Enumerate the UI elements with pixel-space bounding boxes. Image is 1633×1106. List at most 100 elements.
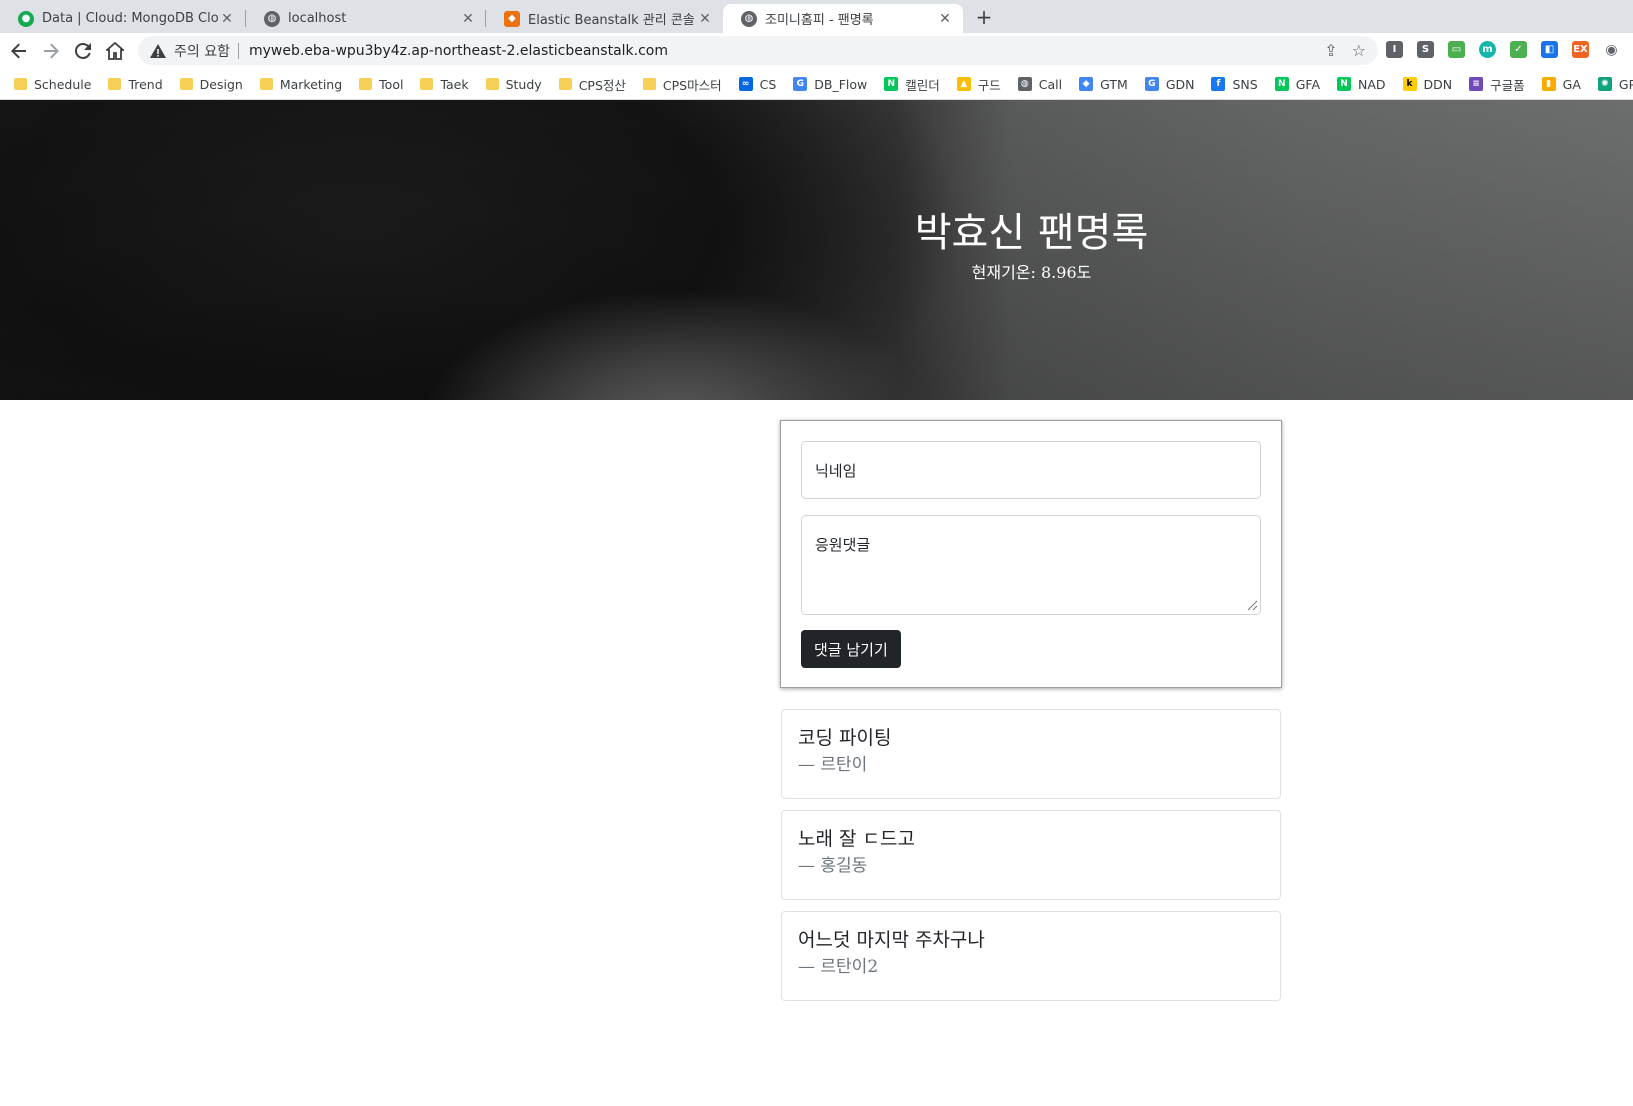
comment-author: — 르탄이 bbox=[798, 755, 868, 775]
comment-textarea[interactable]: 응원댓글 bbox=[801, 515, 1261, 615]
bookmark-item[interactable]: Tool bbox=[359, 77, 403, 92]
reload-button[interactable] bbox=[69, 37, 97, 65]
openai-icon: ✺ bbox=[1597, 77, 1612, 91]
extension-check-icon[interactable]: ✓ bbox=[1510, 41, 1527, 58]
bookmark-item[interactable]: N NAD bbox=[1337, 77, 1386, 92]
tab-title: Elastic Beanstalk 관리 콘솔 bbox=[528, 13, 695, 28]
google-icon: G bbox=[793, 77, 808, 91]
warning-icon[interactable] bbox=[150, 43, 166, 59]
folder-icon bbox=[179, 78, 193, 90]
bookmark-label: Call bbox=[1038, 76, 1063, 92]
bookmark-label: Schedule bbox=[34, 76, 92, 92]
extension-i-icon[interactable]: I bbox=[1386, 41, 1403, 58]
forward-button[interactable] bbox=[37, 37, 65, 65]
comment-card: 노래 잘 ㄷ드고 — 홍길동 bbox=[781, 810, 1281, 900]
bookmark-label: DB_Flow bbox=[814, 76, 868, 92]
bookmark-label: 캘린더 bbox=[905, 77, 940, 93]
aws-beanstalk-icon: ◆ bbox=[504, 10, 520, 27]
bookmark-item[interactable]: ◍ Call bbox=[1017, 76, 1063, 92]
bookmark-item[interactable]: k DDN bbox=[1402, 76, 1453, 92]
close-icon[interactable]: ✕ bbox=[697, 11, 713, 27]
bookmark-label: NAD bbox=[1358, 76, 1386, 92]
folder-icon bbox=[642, 78, 656, 90]
bookmark-label: Tool bbox=[379, 76, 404, 92]
bookmark-item[interactable]: CPS정산 bbox=[558, 75, 626, 94]
google-forms-icon: ≡ bbox=[1469, 77, 1484, 91]
address-bar[interactable]: 주의 요함 myweb.eba-wpu3by4z.ap-northeast-2.… bbox=[138, 36, 1378, 65]
bookmark-item[interactable]: CPS마스터 bbox=[642, 75, 722, 94]
kakao-icon: k bbox=[1402, 77, 1417, 91]
nickname-input[interactable]: 닉네임 bbox=[801, 441, 1261, 499]
extension-s-icon[interactable]: S bbox=[1417, 41, 1434, 58]
bookmark-item[interactable]: N 캘린더 bbox=[884, 75, 940, 94]
folder-icon bbox=[558, 78, 572, 90]
extension-ex-icon[interactable]: EX bbox=[1572, 41, 1589, 58]
bookmark-label: DDN bbox=[1423, 76, 1453, 92]
new-tab-button[interactable]: + bbox=[970, 4, 998, 32]
bookmarks-bar: Schedule Trend Design Marketing Tool Taek Stud… bbox=[0, 69, 1633, 100]
bookmark-label: GFA bbox=[1295, 76, 1320, 92]
google-drive-icon: ▲ bbox=[956, 77, 971, 91]
bookmark-label: CS bbox=[759, 76, 777, 92]
analytics-icon: ▮ bbox=[1541, 77, 1556, 91]
comment-text: 어느덧 마지막 주차구나 bbox=[798, 929, 985, 951]
close-icon[interactable]: ✕ bbox=[460, 11, 476, 27]
star-icon[interactable]: ☆ bbox=[1352, 41, 1366, 60]
bookmark-label: Design bbox=[199, 76, 243, 92]
bookmark-label: Taek bbox=[440, 76, 469, 92]
bookmark-item[interactable]: Schedule bbox=[14, 77, 91, 92]
camera-icon[interactable]: ◉ bbox=[1603, 41, 1620, 58]
tab-title: 조미니홈피 - 팬명록 bbox=[765, 13, 874, 28]
globe-icon: ◍ bbox=[264, 10, 280, 27]
home-button[interactable] bbox=[101, 37, 129, 65]
bookmark-item[interactable]: ▮ GA bbox=[1541, 77, 1581, 92]
bookmark-label: CPS마스터 bbox=[662, 77, 722, 93]
bookmark-item[interactable]: ∞ CS bbox=[738, 76, 777, 92]
security-label[interactable]: 주의 요함 bbox=[174, 41, 230, 61]
folder-icon bbox=[259, 78, 273, 90]
comment-form: 닉네임 응원댓글 댓글 남기기 bbox=[780, 420, 1282, 688]
folder-icon bbox=[485, 78, 499, 90]
bookmark-label: Study bbox=[505, 76, 542, 92]
folder-icon bbox=[108, 78, 122, 90]
tab-elastic-beanstalk[interactable]: ◆ Elastic Beanstalk 관리 콘솔 ✕ bbox=[486, 4, 723, 33]
tab-title: localhost bbox=[288, 11, 347, 26]
naver-icon: N bbox=[1274, 77, 1289, 91]
comment-text: 노래 잘 ㄷ드고 bbox=[798, 828, 915, 850]
extension-blue-icon[interactable]: ◧ bbox=[1541, 41, 1558, 58]
bookmark-item[interactable]: f SNS bbox=[1211, 77, 1258, 92]
extension-m-icon[interactable]: m bbox=[1479, 41, 1496, 58]
tab-mongodb[interactable]: ● Data | Cloud: MongoDB Cloud ✕ bbox=[0, 4, 245, 33]
bookmark-item[interactable]: G DB_Flow bbox=[793, 77, 867, 92]
bookmark-item[interactable]: N GFA bbox=[1274, 76, 1320, 92]
textarea-resize-handle[interactable] bbox=[1239, 592, 1259, 612]
folder-icon bbox=[420, 78, 434, 90]
submit-comment-button[interactable]: 댓글 남기기 bbox=[801, 630, 901, 668]
url-text[interactable]: myweb.eba-wpu3by4z.ap-northeast-2.elasti… bbox=[249, 43, 668, 59]
bookmark-item[interactable]: ▲ 구드 bbox=[956, 75, 1001, 94]
extension-green-icon[interactable]: ▭ bbox=[1448, 41, 1465, 58]
facebook-icon: f bbox=[1211, 77, 1226, 91]
bookmark-item[interactable]: ✺ GPt bbox=[1597, 77, 1633, 92]
tab-title: Data | Cloud: MongoDB Cloud bbox=[42, 11, 219, 26]
reload-icon bbox=[75, 43, 91, 59]
bookmark-item[interactable]: Design bbox=[179, 76, 243, 92]
tab-localhost[interactable]: ◍ localhost ✕ bbox=[246, 4, 486, 33]
bookmark-label: 구글폼 bbox=[1490, 77, 1525, 93]
naver-icon: N bbox=[884, 77, 899, 91]
bookmark-item[interactable]: Marketing bbox=[259, 77, 342, 92]
share-icon[interactable]: ⇪ bbox=[1324, 41, 1337, 60]
bookmark-label: GDN bbox=[1165, 76, 1195, 92]
bookmark-item[interactable]: Trend bbox=[108, 77, 163, 92]
back-button[interactable] bbox=[5, 37, 33, 65]
bookmark-item[interactable]: ◆ GTM bbox=[1079, 77, 1128, 92]
bookmark-item[interactable]: Study bbox=[485, 76, 542, 92]
bookmark-item[interactable]: Taek bbox=[420, 76, 469, 92]
close-icon[interactable]: ✕ bbox=[937, 11, 953, 27]
page-title: 박효신 팬명록 bbox=[914, 210, 1149, 256]
bookmark-item[interactable]: ≡ 구글폼 bbox=[1469, 75, 1525, 94]
tab-guestbook[interactable]: ◍ 조미니홈피 - 팬명록 ✕ bbox=[723, 4, 963, 33]
bookmark-item[interactable]: G GDN bbox=[1144, 76, 1195, 92]
close-icon[interactable]: ✕ bbox=[219, 11, 235, 27]
comment-card: 어느덧 마지막 주차구나 — 르탄이2 bbox=[781, 911, 1281, 1001]
